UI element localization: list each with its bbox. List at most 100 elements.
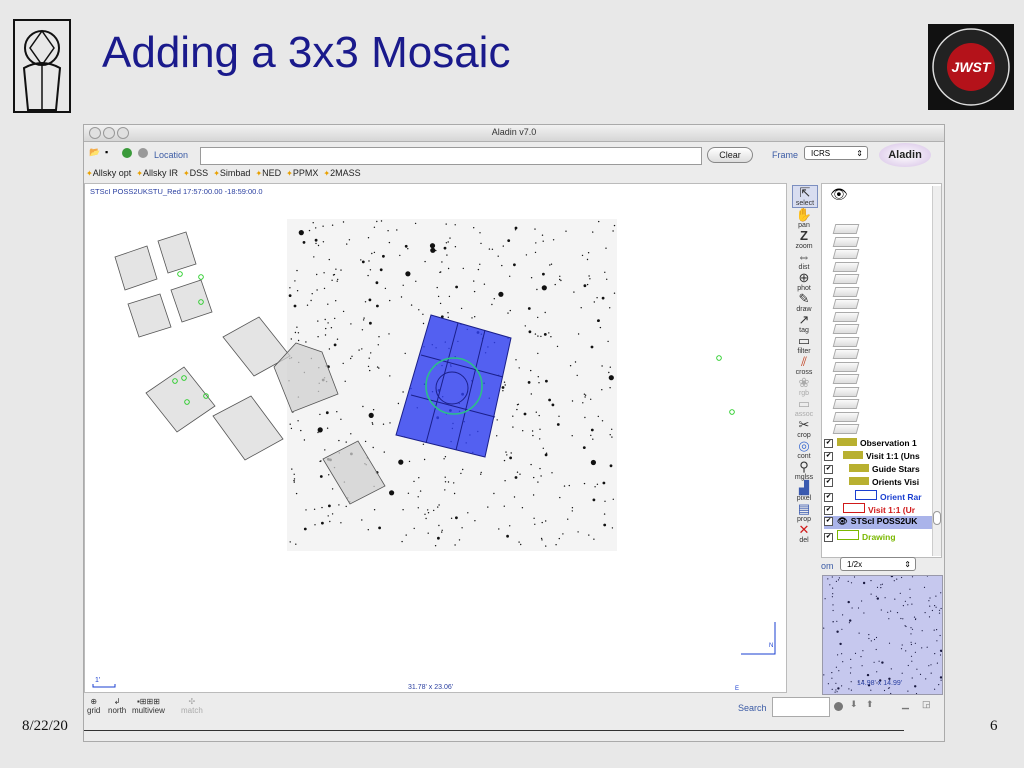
star (455, 285, 458, 289)
search-input[interactable] (772, 697, 830, 717)
star (319, 413, 321, 416)
back-icon[interactable] (122, 148, 132, 158)
star (837, 687, 840, 690)
star (936, 629, 938, 631)
tool-filter[interactable]: ▭ filter (792, 334, 816, 356)
sky-view[interactable]: STScI POSS2UKSTU_Red 17:57:00.00 -18:59:… (84, 183, 787, 693)
star (870, 580, 872, 582)
star (293, 479, 295, 482)
layer-row[interactable]: ✔ Visit 1:1 (Ur (824, 503, 915, 516)
star (534, 523, 536, 525)
checkbox-icon[interactable]: ✔ (824, 439, 833, 449)
zoom-preview[interactable]: 14.98' x 14.99' (822, 575, 943, 695)
tool-tag[interactable]: ↗ tag (792, 313, 816, 335)
clear-button[interactable]: Clear (707, 147, 753, 163)
star (350, 433, 352, 435)
layer-row[interactable]: ✔ Orients Visi (824, 477, 919, 490)
layer-row-selected[interactable]: ✔ 👁 STScI POSS2UK (824, 516, 940, 529)
layer-stack[interactable]: 👁 ✔ Observation 1 ✔ Visit 1:1 (Uns ✔ Guide … (821, 183, 942, 558)
checkbox-icon[interactable]: ✔ (824, 493, 833, 503)
tool-dist[interactable]: ⇔ dist (792, 250, 816, 272)
tool-phot[interactable]: ⊕ phot (792, 271, 816, 293)
star (560, 279, 562, 282)
layer-row[interactable]: ✔ Guide Stars (824, 464, 920, 477)
tool-prop[interactable]: ▤ prop (792, 502, 816, 524)
tool-draw[interactable]: ✎ draw (792, 292, 816, 314)
quick-survey-ppmx[interactable]: ✦PPMX (286, 168, 318, 178)
tool-mglss[interactable]: ⚲ mglss (792, 460, 816, 482)
star (862, 650, 864, 652)
stop-icon[interactable] (138, 148, 148, 158)
tool-cont[interactable]: ◎ cont (792, 439, 816, 461)
quick-survey-2mass[interactable]: ✦2MASS (323, 168, 360, 178)
star (413, 527, 415, 530)
star (328, 348, 331, 350)
layer-row[interactable]: ✔ Orient Rar (824, 490, 922, 503)
tool-cross[interactable]: ⫽ cross (792, 355, 816, 377)
star (938, 612, 941, 614)
star (438, 524, 440, 527)
star (832, 604, 834, 606)
save-icon[interactable]: ▪ (105, 147, 108, 157)
footer-multiview[interactable]: ▪⊞⊞⊞ multiview (132, 697, 165, 715)
star (296, 290, 299, 292)
layer-scrollbar[interactable] (932, 186, 941, 556)
checkbox-icon[interactable]: ✔ (824, 478, 833, 488)
star (448, 295, 451, 298)
arrow-down-icon[interactable]: ⬇ (850, 699, 858, 710)
checkbox-icon[interactable]: ✔ (824, 506, 833, 516)
zoom-select[interactable]: 1/2x ⇕ (840, 557, 916, 571)
footer-grid[interactable]: ⊕ grid (87, 697, 100, 715)
star (555, 544, 557, 546)
star (471, 317, 473, 319)
frame-select[interactable]: ICRS ⇕ (804, 146, 868, 160)
tool-del[interactable]: ✕ del (792, 523, 816, 545)
sky-canvas[interactable]: N E 1' (85, 184, 786, 692)
minimize-panel-icon[interactable]: ▁ (902, 699, 909, 710)
star (601, 389, 603, 391)
star (302, 241, 306, 244)
open-file-icon[interactable]: 📂 (89, 147, 100, 158)
star (293, 473, 295, 475)
star (334, 317, 336, 320)
quick-survey-simbad[interactable]: ✦Simbad (213, 168, 250, 178)
scroll-thumb[interactable] (933, 511, 941, 525)
footer-north[interactable]: ↲ north (108, 697, 126, 715)
star (378, 367, 380, 369)
layer-row[interactable]: ✔ Drawing (824, 530, 896, 543)
layer-row[interactable]: ✔ Visit 1:1 (Uns (824, 451, 920, 464)
tool-zoom[interactable]: Zzoom (792, 229, 816, 251)
star (317, 320, 319, 322)
star (458, 539, 461, 541)
detach-panel-icon[interactable]: ◲ (922, 699, 931, 710)
checkbox-icon[interactable]: ✔ (824, 452, 833, 462)
checkbox-icon[interactable]: ✔ (824, 517, 833, 527)
arrow-up-icon[interactable]: ⬆ (866, 699, 874, 710)
star (539, 438, 541, 440)
star (936, 640, 938, 642)
eye-icon[interactable]: 👁 (830, 186, 848, 203)
quick-survey-allsky-opt[interactable]: ✦Allsky opt (86, 168, 131, 178)
tool-crop[interactable]: ✂ crop (792, 418, 816, 440)
tool-pan[interactable]: ✋ pan (792, 208, 816, 230)
checkbox-icon[interactable]: ✔ (824, 465, 833, 475)
star (317, 244, 320, 247)
star (548, 398, 551, 402)
location-input[interactable] (200, 147, 702, 165)
star (901, 644, 903, 646)
quick-survey-ned[interactable]: ✦NED (255, 168, 281, 178)
star (576, 374, 578, 377)
tool-select[interactable]: ⇱ select (792, 185, 818, 208)
star (453, 492, 456, 495)
quick-survey-dss[interactable]: ✦DSS (183, 168, 208, 178)
quick-survey-allsky-ir[interactable]: ✦Allsky IR (136, 168, 178, 178)
star (907, 604, 909, 606)
star (602, 481, 606, 485)
star (901, 672, 903, 674)
search-go-icon[interactable] (834, 702, 843, 711)
star (317, 431, 319, 434)
checkbox-icon[interactable]: ✔ (824, 533, 833, 543)
star (514, 229, 517, 231)
layer-row[interactable]: ✔ Observation 1 (824, 438, 917, 451)
tool-pixel[interactable]: ▟ pixel (792, 481, 816, 503)
